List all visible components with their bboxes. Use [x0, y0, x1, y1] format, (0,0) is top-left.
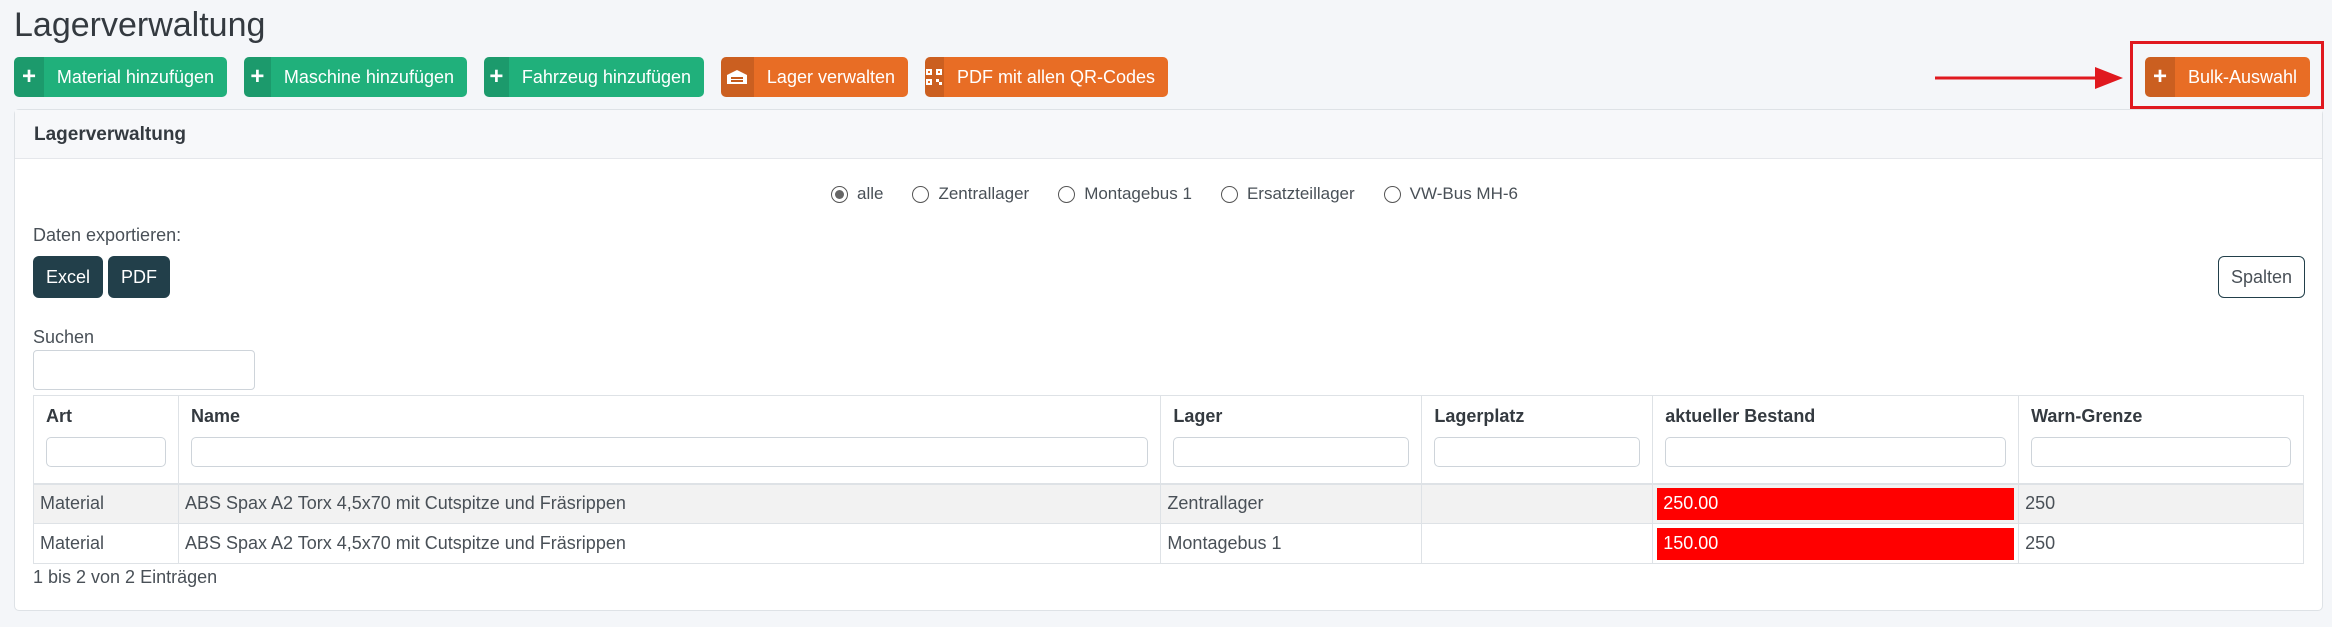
search-label: Suchen — [33, 327, 95, 347]
low-stock-value: 150.00 — [1657, 527, 2015, 560]
column-header-warn-grenze[interactable]: Warn-Grenze — [2018, 395, 2304, 485]
plus-icon: + — [2145, 57, 2175, 97]
filter-label: alle — [857, 184, 884, 203]
manage-warehouse-button[interactable]: Lager verwalten — [721, 57, 908, 97]
warehouse-filter: alle Zentrallager Montagebus 1 Ersatztei… — [831, 184, 1547, 204]
plus-icon: + — [14, 57, 44, 97]
header-label: Art — [46, 406, 72, 426]
header-label: Warn-Grenze — [2031, 406, 2143, 426]
export-excel-button[interactable]: Excel — [33, 256, 104, 298]
column-filter-input[interactable] — [1173, 437, 1410, 467]
filter-montagebus-1[interactable]: Montagebus 1 — [1058, 184, 1192, 204]
export-label: Daten exportieren: — [33, 225, 182, 245]
column-header-lagerplatz[interactable]: Lagerplatz — [1421, 395, 1654, 485]
column-filter-input[interactable] — [1665, 437, 2007, 467]
cell-lagerplatz — [1421, 523, 1654, 564]
inventory-card: Lagerverwaltung alle Zentrallager Montag… — [14, 109, 2323, 611]
manage-warehouse-label: Lager verwalten — [766, 66, 895, 87]
radio-icon — [1058, 185, 1076, 203]
export-pdf-button[interactable]: PDF — [108, 256, 171, 298]
column-header-art[interactable]: Art — [33, 395, 179, 485]
header-label: Lager — [1173, 406, 1223, 426]
card-title: Lagerverwaltung — [15, 110, 2322, 159]
filter-label: Montagebus 1 — [1084, 184, 1192, 203]
header-label: Name — [190, 406, 240, 426]
cell-warn-grenze: 250 — [2018, 523, 2304, 564]
cell-name: ABS Spax A2 Torx 4,5x70 mit Cutspitze un… — [177, 523, 1162, 564]
low-stock-value: 250.00 — [1657, 487, 2015, 520]
header-label: aktueller Bestand — [1665, 406, 1816, 426]
filter-vw-bus[interactable]: VW-Bus MH-6 — [1383, 184, 1518, 204]
filter-label: VW-Bus MH-6 — [1409, 184, 1518, 203]
header-label: Lagerplatz — [1434, 406, 1525, 426]
bulk-select-label: Bulk-Auswahl — [2187, 66, 2297, 87]
add-machine-label: Maschine hinzufügen — [283, 66, 454, 87]
bulk-select-button[interactable]: + Bulk-Auswahl — [2145, 57, 2310, 97]
qr-pdf-button[interactable]: PDF mit allen QR-Codes — [925, 57, 1168, 97]
red-arrow-icon — [1935, 67, 2123, 89]
qr-pdf-label: PDF mit allen QR-Codes — [956, 66, 1155, 87]
add-material-label: Material hinzufügen — [56, 66, 214, 87]
filter-label: Zentrallager — [938, 184, 1030, 203]
table-info: 1 bis 2 von 2 Einträgen — [33, 567, 218, 587]
radio-icon — [1383, 185, 1401, 203]
add-vehicle-button[interactable]: + Fahrzeug hinzufügen — [484, 57, 704, 97]
inventory-table: Art Name Lager Lagerplatz aktueller Best… — [33, 395, 2304, 564]
search-input[interactable] — [33, 350, 255, 390]
cell-warn-grenze: 250 — [2018, 483, 2304, 524]
cell-bestand: 150.00 — [1652, 523, 2020, 564]
column-header-lager[interactable]: Lager — [1160, 395, 1423, 485]
column-header-name[interactable]: Name — [177, 395, 1162, 485]
cell-art: Material — [33, 483, 179, 524]
column-filter-input[interactable] — [2031, 437, 2291, 467]
cell-art: Material — [33, 523, 179, 564]
cell-name: ABS Spax A2 Torx 4,5x70 mit Cutspitze un… — [177, 483, 1162, 524]
add-material-button[interactable]: + Material hinzufügen — [14, 57, 227, 97]
page-title: Lagerverwaltung — [14, 6, 266, 44]
radio-icon — [831, 185, 848, 203]
column-filter-input[interactable] — [1434, 437, 1641, 467]
warehouse-icon — [721, 57, 754, 97]
filter-zentrallager[interactable]: Zentrallager — [912, 184, 1029, 204]
table-row[interactable]: Material ABS Spax A2 Torx 4,5x70 mit Cut… — [33, 523, 2304, 564]
plus-icon: + — [484, 57, 509, 97]
toolbar: + Material hinzufügen + Maschine hinzufü… — [14, 57, 1185, 97]
cell-lager: Zentrallager — [1160, 483, 1423, 524]
cell-lager: Montagebus 1 — [1160, 523, 1423, 564]
column-filter-input[interactable] — [46, 437, 166, 467]
filter-ersatzteillager[interactable]: Ersatzteillager — [1220, 184, 1355, 204]
column-header-bestand[interactable]: aktueller Bestand — [1652, 395, 2020, 485]
qr-code-icon — [925, 57, 944, 97]
plus-icon: + — [244, 57, 271, 97]
columns-button[interactable]: Spalten — [2217, 256, 2305, 298]
cell-lagerplatz — [1421, 483, 1654, 524]
radio-icon — [912, 185, 930, 203]
filter-label: Ersatzteillager — [1246, 184, 1355, 203]
column-filter-input[interactable] — [190, 437, 1149, 467]
add-machine-button[interactable]: + Maschine hinzufügen — [244, 57, 467, 97]
add-vehicle-label: Fahrzeug hinzufügen — [521, 66, 691, 87]
filter-alle[interactable]: alle — [831, 184, 883, 204]
table-row[interactable]: Material ABS Spax A2 Torx 4,5x70 mit Cut… — [33, 483, 2304, 524]
radio-icon — [1220, 185, 1238, 203]
cell-bestand: 250.00 — [1652, 483, 2020, 524]
